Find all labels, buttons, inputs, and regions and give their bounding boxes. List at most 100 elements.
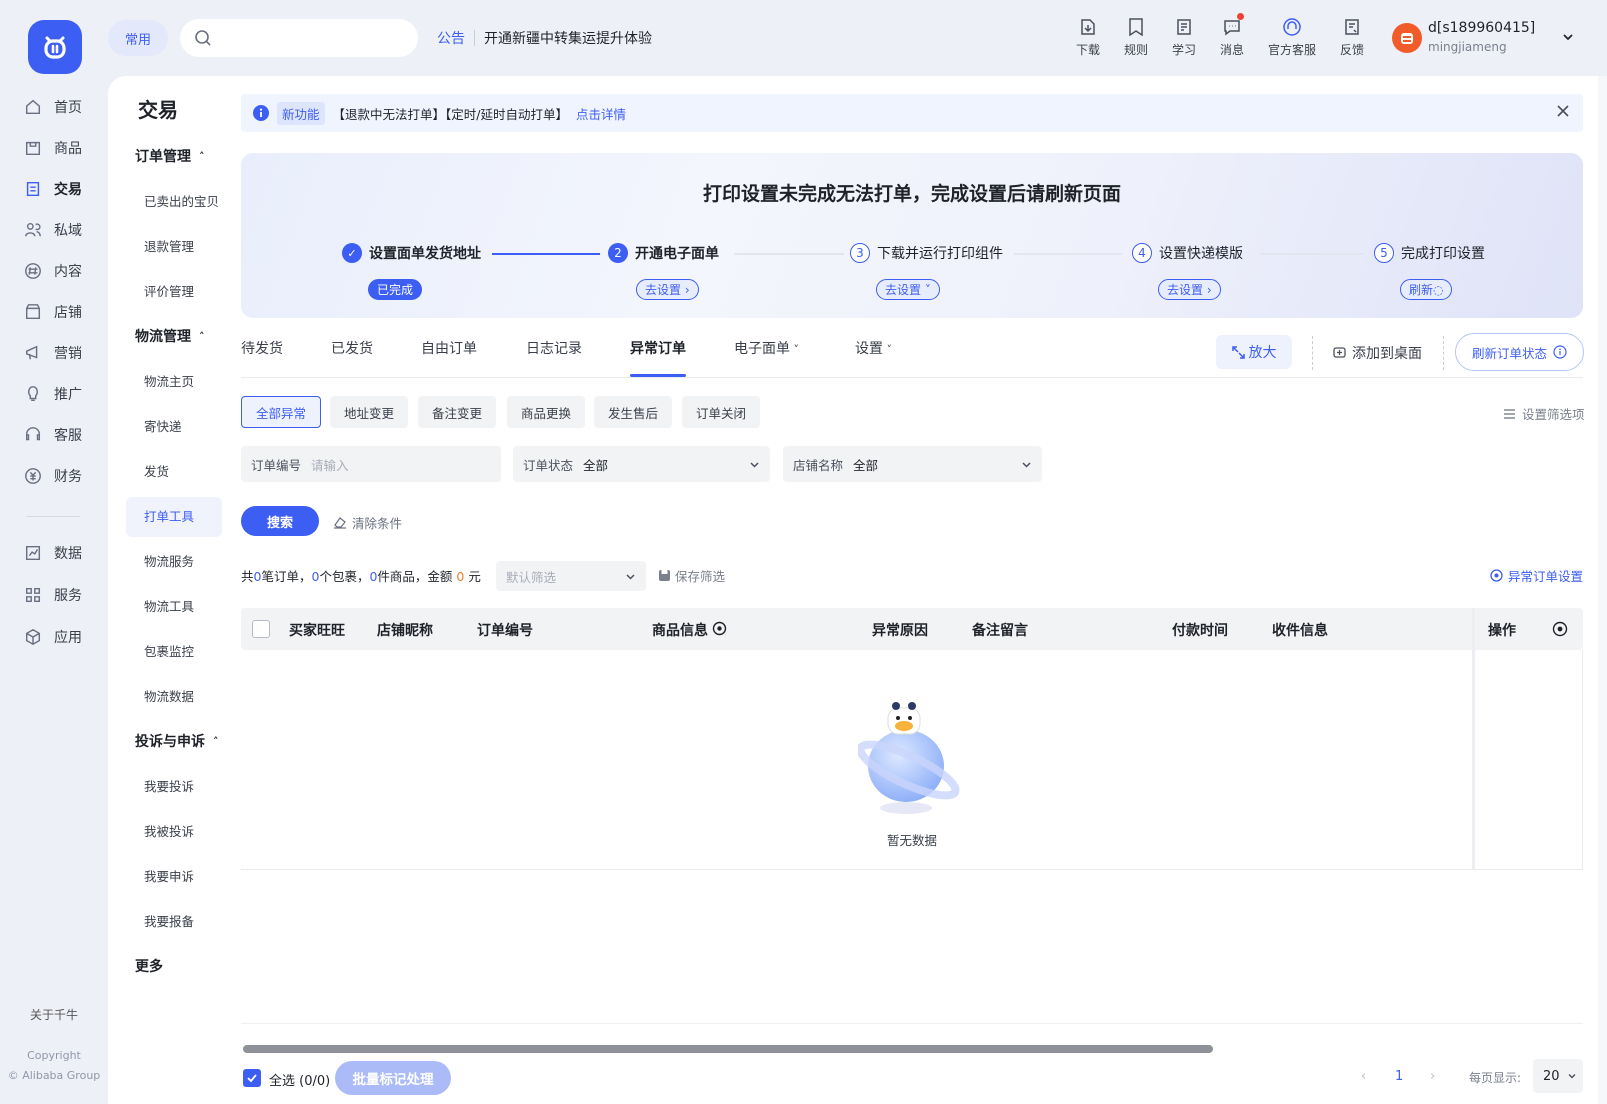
filter-chip[interactable]: 订单关闭 [682, 396, 761, 428]
nav-item2-2[interactable]: 应用 [22, 622, 100, 652]
subnav-item[interactable]: 我要报备 [144, 911, 194, 930]
refresh-order-status-button[interactable]: 刷新订单状态 [1455, 333, 1584, 371]
qianniu-logo[interactable] [28, 20, 82, 74]
about-link[interactable]: 关于千牛 [0, 1006, 108, 1023]
prev-page-button[interactable]: ‹ [1361, 1069, 1366, 1084]
step-action-button[interactable]: 去设置 ˅ [876, 279, 940, 300]
shop-icon [25, 304, 41, 320]
page-number[interactable]: 1 [1395, 1069, 1403, 1084]
info-circle-icon[interactable] [1553, 345, 1567, 359]
nav-item-5[interactable]: 店铺 [22, 297, 100, 327]
tab-1[interactable]: 已发货 [331, 338, 373, 358]
filter-chip[interactable]: 全部异常 [241, 396, 322, 428]
filter-chip[interactable]: 商品更换 [507, 396, 586, 428]
subnav-item[interactable]: 打单工具 [144, 506, 194, 525]
topbar-rules-button[interactable]: 规则 [1111, 17, 1161, 58]
global-search[interactable] [180, 19, 418, 57]
tab-5[interactable]: 电子面单 ˅ [734, 338, 799, 358]
subnav-item[interactable]: 我被投诉 [144, 821, 194, 840]
filter-chip[interactable]: 备注变更 [418, 396, 497, 428]
horizontal-scrollbar[interactable] [243, 1045, 1213, 1053]
close-icon[interactable] [1556, 104, 1570, 118]
select-all-footer-checkbox[interactable] [243, 1069, 261, 1087]
subnav-item[interactable]: 物流工具 [144, 596, 194, 615]
filter-options-button[interactable]: 设置筛选项 [1503, 404, 1585, 423]
chevron-down-icon [1568, 1074, 1576, 1079]
setup-step-4: 4 设置快递模版 [1132, 243, 1243, 263]
subnav-item[interactable]: 退款管理 [144, 236, 194, 255]
chevron-down-icon[interactable] [1562, 31, 1574, 43]
subnav-more[interactable]: 更多 [135, 956, 163, 976]
nav-item-2[interactable]: 交易 [22, 174, 100, 204]
filter-chip[interactable]: 发生售后 [594, 396, 673, 428]
subnav-item[interactable]: 包裹监控 [144, 641, 194, 660]
tab-4[interactable]: 异常订单 [630, 338, 686, 358]
nav-item-3[interactable]: 私域 [22, 215, 100, 245]
nav-item2-1[interactable]: 服务 [22, 580, 100, 610]
nav-item-8[interactable]: 客服 [22, 420, 100, 450]
page-size-select[interactable]: 20 [1533, 1059, 1583, 1093]
topbar-message-button[interactable]: 消息 [1207, 17, 1257, 58]
subnav-item[interactable]: 发货 [144, 461, 169, 480]
nav-item-4[interactable]: 内容 [22, 256, 100, 286]
nav-item-7[interactable]: 推广 [22, 379, 100, 409]
topbar-learn-button[interactable]: 学习 [1159, 17, 1209, 58]
topbar-download-button[interactable]: 下载 [1063, 17, 1113, 58]
subnav-group-1[interactable]: 物流管理 ˄ [135, 326, 205, 346]
topbar-service-button[interactable]: 官方客服 [1251, 17, 1333, 58]
topbar-feedback-button[interactable]: 反馈 [1327, 17, 1377, 58]
setup-step-1: ✓ 设置面单发货地址 [342, 243, 481, 263]
tab-2[interactable]: 自由订单 [421, 338, 477, 358]
order-number-field[interactable]: 订单编号 请输入 [241, 446, 501, 482]
nav-item-1[interactable]: 商品 [22, 133, 100, 163]
table-settings-icon[interactable] [1552, 621, 1568, 641]
tab-label: 异常订单 [630, 341, 686, 357]
step-action-button[interactable]: 已完成 [368, 279, 423, 300]
subnav-group-2[interactable]: 投诉与申诉 ˄ [135, 731, 219, 751]
rules-icon [1129, 18, 1143, 37]
nav-item-0[interactable]: 首页 [22, 92, 100, 122]
column-settings-icon[interactable] [712, 621, 727, 640]
subnav-item[interactable]: 我要申诉 [144, 866, 194, 885]
search-button[interactable]: 搜索 [241, 506, 319, 536]
subnav-item[interactable]: 物流主页 [144, 371, 194, 390]
nav-item-label: 应用 [54, 630, 82, 646]
user-name[interactable]: d[s189960415] [1428, 20, 1535, 36]
subnav-item[interactable]: 我要投诉 [144, 776, 194, 795]
next-page-button[interactable]: › [1430, 1069, 1435, 1084]
save-filter-button[interactable]: 保存筛选 [658, 566, 725, 585]
common-button[interactable]: 常用 [108, 20, 168, 56]
step-action-button[interactable]: 刷新◌ [1400, 279, 1453, 300]
avatar[interactable] [1392, 23, 1422, 53]
clear-conditions-button[interactable]: 清除条件 [333, 513, 402, 532]
step-action-button[interactable]: 去设置 › [1158, 279, 1221, 300]
column-header: 店铺昵称 [377, 623, 433, 639]
default-filter-select[interactable]: 默认筛选 [496, 561, 646, 591]
nav-item-label: 财务 [54, 469, 82, 485]
tab-0[interactable]: 待发货 [241, 338, 283, 358]
select-all-checkbox[interactable] [252, 620, 270, 638]
zoom-button[interactable]: 放大 [1216, 335, 1292, 369]
order-number-input[interactable]: 请输入 [311, 455, 491, 474]
order-status-select[interactable]: 订单状态 全部 [513, 446, 770, 482]
tab-3[interactable]: 日志记录 [526, 338, 582, 358]
shop-name-select[interactable]: 店铺名称 全部 [783, 446, 1042, 482]
nav-item-9[interactable]: 财务 [22, 461, 100, 491]
subnav-item[interactable]: 物流数据 [144, 686, 194, 705]
subnav-item[interactable]: 物流服务 [144, 551, 194, 570]
step-action-button[interactable]: 去设置 › [636, 279, 699, 300]
announcement-label[interactable]: 公告 [437, 28, 465, 48]
notice-detail-link[interactable]: 点击详情 [576, 104, 626, 123]
batch-mark-button[interactable]: 批量标记处理 [335, 1061, 451, 1095]
tab-6[interactable]: 设置 ˅ [855, 338, 892, 358]
subnav-item[interactable]: 评价管理 [144, 281, 194, 300]
abnormal-order-settings-link[interactable]: 异常订单设置 [1490, 566, 1583, 585]
nav-item-6[interactable]: 营销 [22, 338, 100, 368]
add-to-desktop-button[interactable]: 添加到桌面 [1333, 343, 1422, 363]
filter-chip[interactable]: 地址变更 [330, 396, 409, 428]
subnav-item[interactable]: 已卖出的宝贝 [144, 191, 219, 210]
announcement-text[interactable]: 开通新疆中转集运提升体验 [484, 28, 652, 48]
nav-item2-0[interactable]: 数据 [22, 538, 100, 568]
subnav-group-0[interactable]: 订单管理 ˄ [135, 146, 205, 166]
subnav-item[interactable]: 寄快递 [144, 416, 182, 435]
